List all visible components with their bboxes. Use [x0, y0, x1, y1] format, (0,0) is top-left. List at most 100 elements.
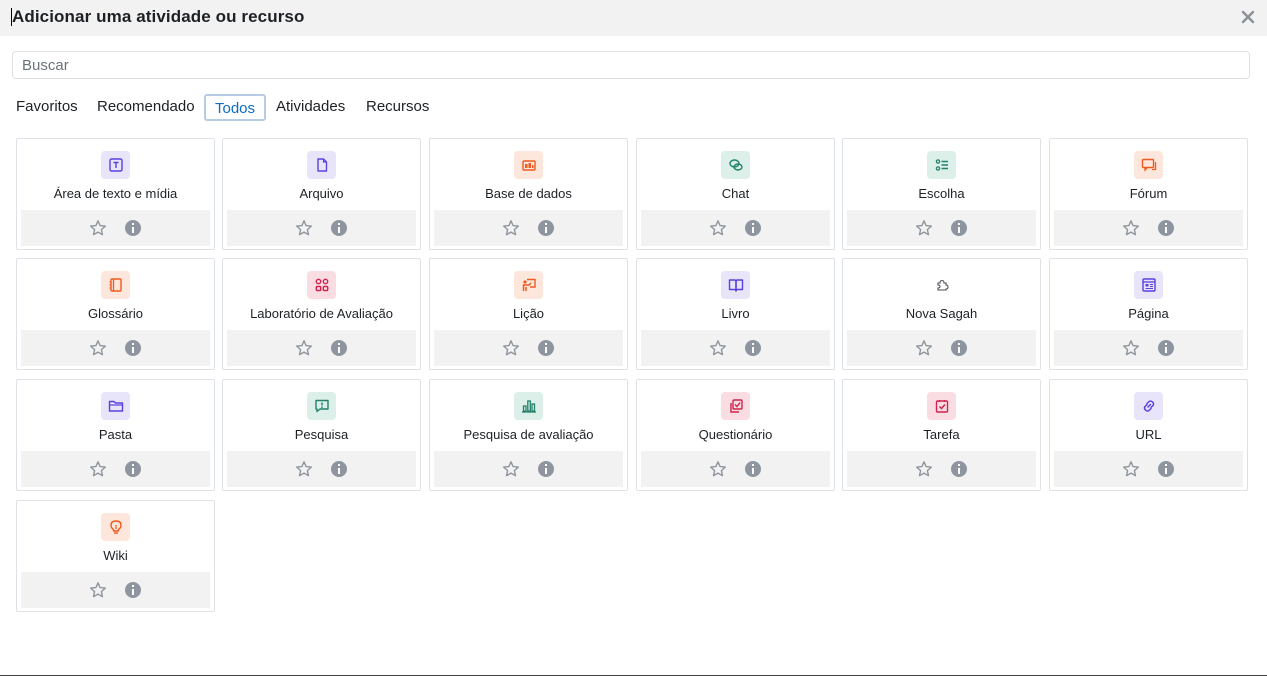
info-icon[interactable]: [331, 220, 347, 236]
star-icon[interactable]: [502, 460, 520, 478]
module-card[interactable]: Pesquisa de avaliação: [429, 379, 628, 491]
star-icon[interactable]: [709, 460, 727, 478]
info-icon[interactable]: [745, 220, 761, 236]
star-icon[interactable]: [89, 460, 107, 478]
star-icon[interactable]: [89, 581, 107, 599]
info-icon[interactable]: [1158, 461, 1174, 477]
module-name[interactable]: Pesquisa: [223, 427, 420, 442]
module-card[interactable]: Página: [1049, 258, 1248, 370]
module-card[interactable]: Wiki: [16, 500, 215, 612]
module-name[interactable]: Laboratório de Avaliação: [223, 306, 420, 321]
star-icon[interactable]: [89, 219, 107, 237]
star-icon[interactable]: [915, 339, 933, 357]
module-card[interactable]: URL: [1049, 379, 1248, 491]
module-card[interactable]: Escolha: [842, 138, 1041, 250]
info-icon[interactable]: [951, 340, 967, 356]
info-icon[interactable]: [331, 340, 347, 356]
module-name[interactable]: Chat: [637, 186, 834, 201]
divider: [0, 675, 1267, 676]
info-icon[interactable]: [125, 220, 141, 236]
assignment-icon: [927, 392, 956, 420]
star-icon[interactable]: [915, 219, 933, 237]
module-footer: [847, 330, 1036, 366]
info-icon[interactable]: [951, 220, 967, 236]
module-card[interactable]: Lição: [429, 258, 628, 370]
info-icon[interactable]: [538, 340, 554, 356]
info-icon[interactable]: [331, 461, 347, 477]
info-icon[interactable]: [745, 461, 761, 477]
chat-icon: [721, 151, 750, 179]
module-card[interactable]: Área de texto e mídia: [16, 138, 215, 250]
feedback-chart-icon: [514, 392, 543, 420]
module-card[interactable]: Tarefa: [842, 379, 1041, 491]
module-card[interactable]: Fórum: [1049, 138, 1248, 250]
tab-favoritos[interactable]: Favoritos: [12, 94, 82, 121]
star-icon[interactable]: [709, 219, 727, 237]
tab-todos[interactable]: Todos: [204, 94, 266, 121]
info-icon[interactable]: [1158, 220, 1174, 236]
module-name[interactable]: Página: [1050, 306, 1247, 321]
module-name[interactable]: Livro: [637, 306, 834, 321]
module-name[interactable]: Área de texto e mídia: [17, 186, 214, 201]
star-icon[interactable]: [1122, 339, 1140, 357]
module-name[interactable]: Escolha: [843, 186, 1040, 201]
module-card[interactable]: Pasta: [16, 379, 215, 491]
module-name[interactable]: Fórum: [1050, 186, 1247, 201]
database-icon: [514, 151, 543, 179]
glossary-icon: [101, 271, 130, 299]
file-icon: [307, 151, 336, 179]
star-icon[interactable]: [502, 339, 520, 357]
star-icon[interactable]: [709, 339, 727, 357]
module-card[interactable]: Livro: [636, 258, 835, 370]
tab-recomendado[interactable]: Recomendado: [93, 94, 199, 121]
close-icon[interactable]: [1238, 7, 1258, 27]
info-icon[interactable]: [125, 340, 141, 356]
module-name[interactable]: Base de dados: [430, 186, 627, 201]
module-footer: [641, 451, 830, 487]
info-icon[interactable]: [125, 582, 141, 598]
module-name[interactable]: Glossário: [17, 306, 214, 321]
module-card[interactable]: Base de dados: [429, 138, 628, 250]
star-icon[interactable]: [295, 339, 313, 357]
star-icon[interactable]: [89, 339, 107, 357]
module-name[interactable]: Questionário: [637, 427, 834, 442]
module-card[interactable]: Questionário: [636, 379, 835, 491]
module-name[interactable]: Lição: [430, 306, 627, 321]
module-card[interactable]: Laboratório de Avaliação: [222, 258, 421, 370]
choice-icon: [927, 151, 956, 179]
module-footer: [1054, 210, 1243, 246]
module-card[interactable]: Arquivo: [222, 138, 421, 250]
module-name[interactable]: Nova Sagah: [843, 306, 1040, 321]
module-footer: [21, 451, 210, 487]
lightbulb-icon: [101, 513, 130, 541]
module-card[interactable]: Glossário: [16, 258, 215, 370]
star-icon[interactable]: [502, 219, 520, 237]
tab-recursos[interactable]: Recursos: [362, 94, 433, 121]
info-icon[interactable]: [951, 461, 967, 477]
info-icon[interactable]: [538, 461, 554, 477]
module-name[interactable]: Arquivo: [223, 186, 420, 201]
info-icon[interactable]: [745, 340, 761, 356]
star-icon[interactable]: [1122, 460, 1140, 478]
search-input[interactable]: [12, 51, 1250, 79]
module-name[interactable]: Tarefa: [843, 427, 1040, 442]
info-icon[interactable]: [125, 461, 141, 477]
module-card[interactable]: Pesquisa: [222, 379, 421, 491]
star-icon[interactable]: [295, 219, 313, 237]
info-icon[interactable]: [1158, 340, 1174, 356]
info-icon[interactable]: [538, 220, 554, 236]
text-media-icon: [101, 151, 130, 179]
module-name[interactable]: Pasta: [17, 427, 214, 442]
module-card[interactable]: Chat: [636, 138, 835, 250]
tab-atividades[interactable]: Atividades: [272, 94, 349, 121]
module-name[interactable]: URL: [1050, 427, 1247, 442]
workshop-icon: [307, 271, 336, 299]
module-name[interactable]: Pesquisa de avaliação: [430, 427, 627, 442]
module-footer: [227, 210, 416, 246]
star-icon[interactable]: [295, 460, 313, 478]
star-icon[interactable]: [1122, 219, 1140, 237]
module-card[interactable]: Nova Sagah: [842, 258, 1041, 370]
forum-icon: [1134, 151, 1163, 179]
module-name[interactable]: Wiki: [17, 548, 214, 563]
star-icon[interactable]: [915, 460, 933, 478]
